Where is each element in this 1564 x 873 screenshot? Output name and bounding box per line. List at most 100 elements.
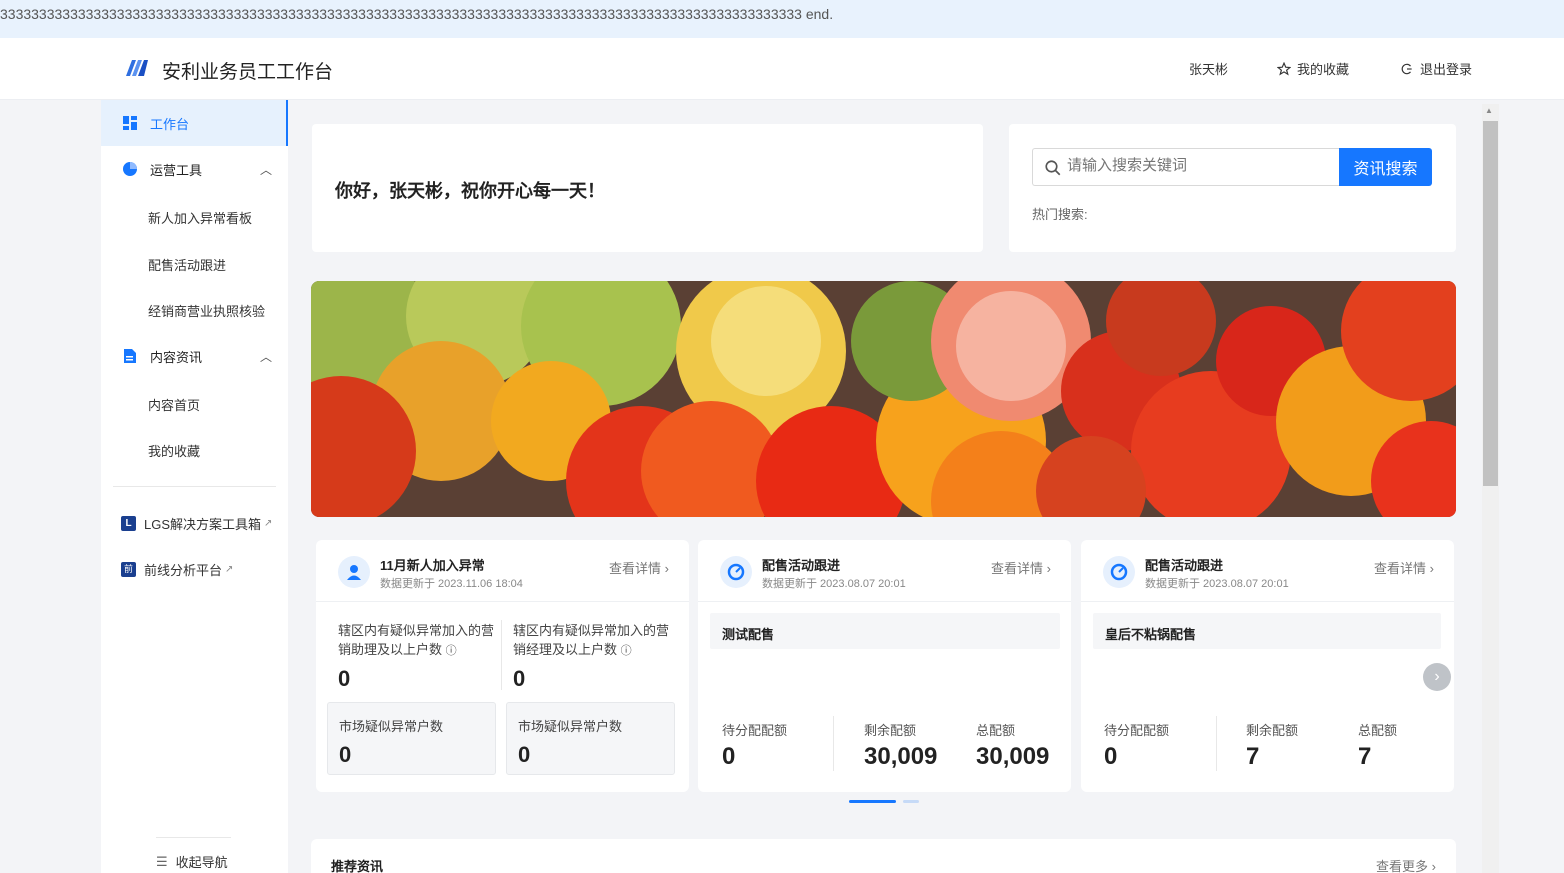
quota-value: 7 [1358,743,1372,770]
chevron-right-icon: › [1429,561,1434,576]
quota-label: 剩余配额 [1246,723,1299,738]
sidebar-item-label: 内容资讯 [150,349,203,365]
stat-label: 辖区内有疑似异常加入的营销经理及以上户数 ⓘ [513,623,670,657]
quota-label: 待分配配额 [722,723,788,738]
dashboard-icon [123,116,137,130]
quota-value: 30,009 [976,743,1050,770]
app-title: 安利业务员工工作台 [162,62,334,83]
card-updated-time: 数据更新于 2023.08.07 20:01 [1145,578,1289,590]
card-header: 配售活动跟进 数据更新于 2023.08.07 20:01 查看详情 › [698,540,1071,602]
quota-label: 总配额 [1358,723,1398,738]
card-title: 11月新人加入异常 [380,558,485,573]
carousel-next-button[interactable]: › [1423,663,1451,691]
view-details-link[interactable]: 查看详情 › [991,558,1051,577]
allocation-card-pan: 配售活动跟进 数据更新于 2023.08.07 20:01 查看详情 › 皇后不… [1081,540,1454,792]
chevron-right-icon: › [664,561,669,576]
collapse-nav-button[interactable]: ☰ 收起导航 [156,852,228,871]
activity-name: 皇后不粘锅配售 [1093,613,1441,649]
sidebar-item-label: 工作台 [150,116,190,132]
sidebar-group-ops-tools[interactable]: 运营工具 ︿ [101,146,288,192]
mini-value: 0 [339,742,352,767]
mini-label: 市场疑似异常户数 [339,719,444,734]
chevron-right-icon: › [1431,859,1436,873]
sidebar-divider [156,837,231,838]
card-title: 配售活动跟进 [1145,558,1224,573]
greeting-card: 你好，张天彬，祝你开心每一天！ [312,124,983,252]
sidebar-link-frontline[interactable]: 前 前线分析平台 ↗ [121,560,233,579]
search-input[interactable] [1067,157,1327,174]
recommended-news-section: 推荐资讯 查看更多 › [311,839,1456,873]
hot-search-label: 热门搜索: [1032,207,1088,222]
sidebar-item-workbench[interactable]: 工作台 [101,100,288,146]
quota-label: 待分配配额 [1104,723,1170,738]
sidebar-item-my-favorites[interactable]: 我的收藏 [148,441,200,460]
lgs-icon: L [121,516,136,531]
activity-name: 测试配售 [710,613,1060,649]
market-anomaly-box: 市场疑似异常户数 0 [327,702,496,775]
card-header: 11月新人加入异常 数据更新于 2023.11.06 18:04 查看详情 › [316,540,689,602]
logout-icon [1401,63,1412,74]
chevron-up-icon: ︿ [260,349,273,364]
market-anomaly-box: 市场疑似异常户数 0 [506,702,675,775]
announcement-banner: 3333333333333333333333333333333333333333… [0,0,1564,38]
scrollbar-thumb[interactable] [1483,121,1498,486]
card-updated-time: 数据更新于 2023.11.06 18:04 [380,578,523,590]
chevron-right-icon: › [1046,561,1051,576]
scroll-up-icon[interactable]: ▲ [1485,106,1493,115]
app-logo-icon [126,60,148,76]
sidebar-link-lgs[interactable]: L LGS解决方案工具箱 ↗ [121,514,272,533]
logout-link[interactable]: 退出登录 [1400,59,1472,78]
stat-value: 0 [338,666,351,691]
quota-label: 总配额 [976,723,1016,738]
favorites-link[interactable]: 我的收藏 [1277,59,1349,78]
sidebar-group-content-news[interactable]: 内容资讯 ︿ [101,333,288,379]
card-updated-time: 数据更新于 2023.08.07 20:01 [762,578,906,590]
pie-chart-icon [123,162,137,176]
sidebar-item-allocation-followup[interactable]: 配售活动跟进 [148,255,226,274]
info-icon[interactable]: ⓘ [621,645,632,657]
view-details-link[interactable]: 查看详情 › [1374,558,1434,577]
search-icon [1045,160,1061,176]
stat-divider [501,620,502,690]
quota-value: 0 [722,743,736,770]
search-card: 资讯搜索 热门搜索: [1009,124,1456,252]
top-header: 安利业务员工工作台 张天彬 我的收藏 退出登录 [0,38,1564,100]
external-link-icon: ↗ [225,564,234,575]
quota-value: 0 [1104,743,1118,770]
search-button[interactable]: 资讯搜索 [1339,148,1432,186]
user-badge-icon [338,556,370,588]
allocation-card-test: 配售活动跟进 数据更新于 2023.08.07 20:01 查看详情 › 测试配… [698,540,1071,792]
sidebar-item-license-check[interactable]: 经销商营业执照核验 [148,301,265,320]
quota-divider [1216,716,1217,771]
quota-value: 30,009 [864,743,938,770]
quota-divider [833,716,834,771]
frontline-icon: 前 [121,562,136,577]
sidebar-item-content-home[interactable]: 内容首页 [148,395,200,414]
sidebar-divider [113,486,276,487]
menu-collapse-icon: ☰ [156,853,168,869]
view-more-link[interactable]: 查看更多 › [1376,856,1436,873]
document-icon [124,349,136,363]
search-box[interactable] [1032,148,1339,186]
carousel-dot-active[interactable] [849,800,896,803]
view-details-link[interactable]: 查看详情 › [609,558,669,577]
quota-label: 剩余配额 [864,723,917,738]
external-link-icon: ↗ [264,518,273,529]
greeting-text: 你好，张天彬，祝你开心每一天！ [335,181,605,201]
sidebar-item-newcomer-board[interactable]: 新人加入异常看板 [148,208,252,227]
mini-value: 0 [518,742,531,767]
card-header: 配售活动跟进 数据更新于 2023.08.07 20:01 查看详情 › [1081,540,1454,602]
info-icon[interactable]: ⓘ [446,645,457,657]
card-title: 配售活动跟进 [762,558,841,573]
hero-banner-image[interactable] [311,281,1456,517]
newcomer-anomaly-card: 11月新人加入异常 数据更新于 2023.11.06 18:04 查看详情 › … [316,540,689,792]
stat-label: 辖区内有疑似异常加入的营销助理及以上户数 ⓘ [338,623,495,657]
chevron-up-icon: ︿ [260,162,273,177]
stat-value: 0 [513,666,526,691]
sidebar-item-label: 运营工具 [150,162,203,178]
user-name[interactable]: 张天彬 [1189,59,1228,78]
gauge-icon [1103,556,1135,588]
sidebar: 工作台 运营工具 ︿ 新人加入异常看板 配售活动跟进 经销商营业执照核验 内容资… [101,100,288,873]
gauge-icon [720,556,752,588]
carousel-dot[interactable] [903,800,919,803]
